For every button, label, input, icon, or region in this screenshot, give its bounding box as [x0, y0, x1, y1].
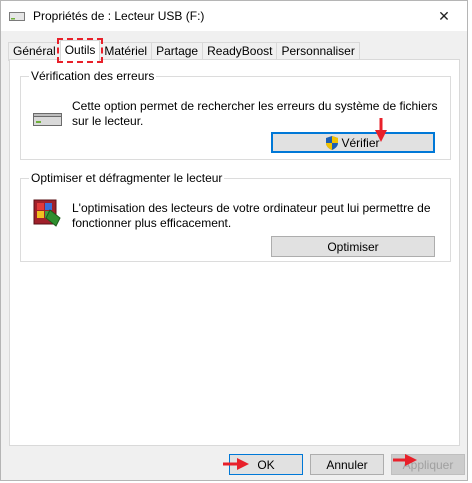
tab-tools[interactable]: Outils	[59, 40, 101, 61]
optimize-description: L'optimisation des lecteurs de votre ord…	[72, 201, 431, 230]
cancel-button[interactable]: Annuler	[310, 454, 384, 475]
error-check-group: Vérification des erreurs Cette option pe…	[20, 69, 451, 160]
optimize-button[interactable]: Optimiser	[271, 236, 435, 257]
window-title: Propriétés de : Lecteur USB (F:)	[33, 9, 205, 23]
error-check-description: Cette option permet de rechercher les er…	[72, 99, 438, 128]
check-button[interactable]: Vérifier	[271, 132, 435, 153]
error-check-title: Vérification des erreurs	[29, 69, 157, 83]
properties-window: Propriétés de : Lecteur USB (F:) ✕ Génér…	[0, 0, 468, 481]
optimize-title: Optimiser et défragmenter le lecteur	[29, 171, 225, 185]
defrag-icon	[32, 196, 62, 231]
drive-icon	[33, 113, 63, 130]
apply-button[interactable]: Appliquer	[391, 454, 465, 475]
tools-panel: Vérification des erreurs Cette option pe…	[9, 59, 460, 446]
usb-drive-icon	[9, 11, 25, 21]
tab-strip: Général Outils Matériel Partage ReadyBoo…	[8, 40, 360, 61]
optimize-group: Optimiser et défragmenter le lecteur L'o…	[20, 171, 451, 262]
close-icon: ✕	[438, 7, 450, 24]
check-button-label: Vérifier	[341, 135, 380, 150]
ok-button[interactable]: OK	[229, 454, 303, 475]
close-button[interactable]: ✕	[421, 1, 467, 31]
title-bar: Propriétés de : Lecteur USB (F:) ✕	[1, 1, 467, 31]
shield-icon	[326, 135, 339, 150]
